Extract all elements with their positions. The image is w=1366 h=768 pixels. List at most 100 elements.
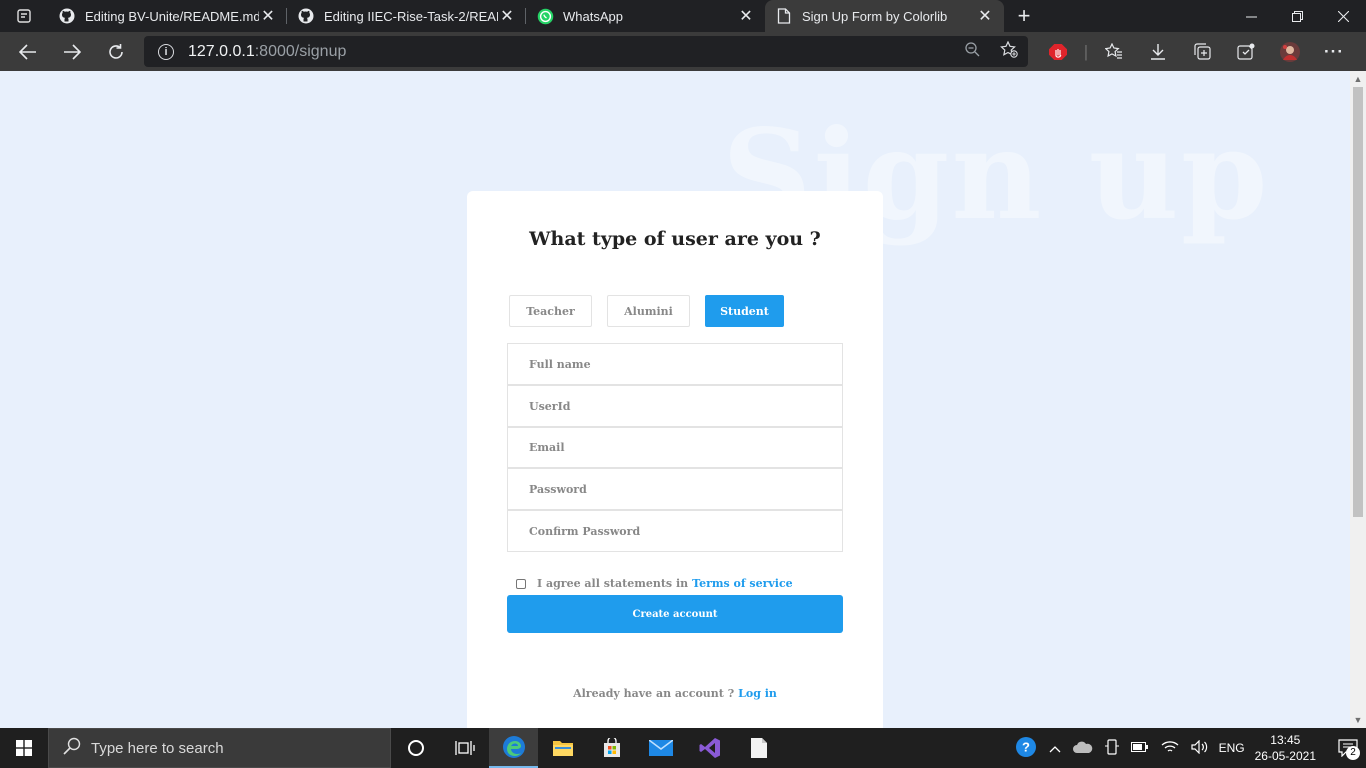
forward-button[interactable] <box>50 32 94 71</box>
settings-more-button[interactable]: ··· <box>1312 32 1356 71</box>
create-account-button[interactable]: Create account <box>507 595 843 633</box>
scroll-up-arrow-icon[interactable]: ▲ <box>1350 71 1366 87</box>
taskbar-notepad[interactable] <box>734 728 783 768</box>
page-scrollbar[interactable]: ▲ ▼ <box>1350 71 1366 728</box>
folder-icon <box>552 741 573 756</box>
download-icon <box>1151 44 1165 60</box>
close-tab-icon[interactable]: ✕ <box>259 6 277 26</box>
role-alumini-button[interactable]: Alumini <box>607 295 690 327</box>
taskbar-store[interactable] <box>587 728 636 768</box>
collections-button[interactable] <box>1180 32 1224 71</box>
clock-date: 26-05-2021 <box>1254 749 1316 763</box>
taskbar-file-explorer[interactable] <box>538 728 587 768</box>
browser-tab-strip: Editing BV-Unite/README.md at ✕ Editing … <box>0 0 1366 32</box>
window-controls <box>1228 0 1366 32</box>
scroll-down-arrow-icon[interactable]: ▼ <box>1350 712 1366 728</box>
user-id-input[interactable] <box>529 399 842 413</box>
close-tab-icon[interactable]: ✕ <box>498 6 516 26</box>
password-field[interactable] <box>507 468 843 510</box>
start-button[interactable] <box>0 728 48 768</box>
agree-checkbox[interactable] <box>516 578 526 589</box>
file-icon <box>750 738 767 758</box>
taskbar-visual-studio[interactable] <box>685 728 734 768</box>
collections-icon <box>1193 43 1211 60</box>
device-icon[interactable] <box>1104 738 1119 758</box>
signup-card: What type of user are you ? Teacher Alum… <box>467 191 883 728</box>
tab-title: Sign Up Form by Colorlib <box>802 8 948 24</box>
language-indicator[interactable]: ENG <box>1219 741 1245 755</box>
email-input[interactable] <box>529 441 842 454</box>
battery-icon[interactable] <box>1130 741 1149 756</box>
close-window-button[interactable] <box>1320 0 1366 32</box>
add-favorite-icon[interactable] <box>1000 40 1018 63</box>
taskbar-search[interactable]: Type here to search <box>48 728 391 768</box>
url-host: 127.0.0.1 <box>188 42 255 60</box>
favorites-star-icon <box>1105 43 1122 59</box>
extensions-button[interactable] <box>1224 32 1268 71</box>
action-center-button[interactable]: 2 <box>1330 728 1366 768</box>
confirm-password-input[interactable] <box>529 524 842 538</box>
minimize-button[interactable] <box>1228 0 1274 32</box>
password-input[interactable] <box>529 482 842 496</box>
close-tab-icon[interactable]: ✕ <box>737 6 755 26</box>
scrollbar-thumb[interactable] <box>1353 87 1363 517</box>
confirm-password-field[interactable] <box>507 510 843 552</box>
more-dots-icon: ··· <box>1324 41 1344 61</box>
restore-button[interactable] <box>1274 0 1320 32</box>
volume-icon[interactable] <box>1190 739 1209 757</box>
email-field[interactable] <box>507 427 843 468</box>
full-name-field[interactable] <box>507 343 843 385</box>
system-clock[interactable]: 13:45 26-05-2021 <box>1255 732 1316 764</box>
new-tab-button[interactable]: + <box>1004 0 1044 32</box>
search-icon <box>63 737 81 760</box>
downloads-button[interactable] <box>1136 32 1180 71</box>
visual-studio-icon <box>699 738 720 758</box>
close-tab-icon[interactable]: ✕ <box>976 6 994 26</box>
arrow-left-icon <box>19 43 36 60</box>
browser-tab[interactable]: Editing BV-Unite/README.md at ✕ <box>48 0 287 32</box>
arrow-right-icon <box>64 43 81 60</box>
refresh-icon <box>109 43 123 59</box>
agree-text: I agree all statements in <box>537 577 689 590</box>
address-bar[interactable]: i 127.0.0.1:8000/signup <box>144 36 1028 67</box>
wifi-icon[interactable] <box>1161 740 1179 757</box>
role-student-button[interactable]: Student <box>705 295 784 327</box>
zoom-icon[interactable] <box>965 41 980 62</box>
taskbar-mail[interactable] <box>636 728 685 768</box>
full-name-input[interactable] <box>529 357 842 371</box>
system-tray: ? ENG 13:45 26-05-2021 2 <box>1009 728 1366 768</box>
windows-taskbar: Type here to search ? ENG 13:45 26-05-20… <box>0 728 1366 768</box>
user-id-field[interactable] <box>507 385 843 427</box>
store-bag-icon <box>603 738 620 757</box>
profile-button[interactable] <box>1268 32 1312 71</box>
whatsapp-icon <box>536 7 554 25</box>
cortana-button[interactable] <box>391 728 440 768</box>
adblock-button[interactable] <box>1036 32 1080 71</box>
login-link[interactable]: Log in <box>738 687 777 700</box>
favorites-button[interactable] <box>1092 32 1136 71</box>
clock-time: 13:45 <box>1270 733 1301 747</box>
tab-actions-button[interactable] <box>0 0 48 32</box>
close-icon <box>1337 10 1349 22</box>
terms-link[interactable]: Terms of service <box>692 577 793 590</box>
help-icon[interactable]: ? <box>1015 736 1037 761</box>
browser-tab[interactable]: WhatsApp ✕ <box>526 0 765 32</box>
taskbar-edge[interactable] <box>489 728 538 768</box>
role-teacher-button[interactable]: Teacher <box>509 295 592 327</box>
page-icon <box>775 7 793 25</box>
onedrive-cloud-icon[interactable] <box>1072 740 1093 757</box>
plus-icon: + <box>1017 3 1031 28</box>
login-prompt: Already have an account ? Log in <box>467 687 883 700</box>
github-icon <box>58 7 76 25</box>
task-view-button[interactable] <box>440 728 489 768</box>
chevron-up-icon[interactable] <box>1049 741 1061 756</box>
browser-tab[interactable]: Editing IIEC-Rise-Task-2/READMI ✕ <box>287 0 526 32</box>
info-icon[interactable]: i <box>158 43 174 60</box>
tab-actions-icon <box>17 9 31 23</box>
page-title: What type of user are you ? <box>529 228 821 250</box>
tab-title: WhatsApp <box>563 8 623 24</box>
browser-tab-active[interactable]: Sign Up Form by Colorlib ✕ <box>765 0 1004 32</box>
refresh-button[interactable] <box>94 32 138 71</box>
back-button[interactable] <box>6 32 50 71</box>
search-placeholder: Type here to search <box>91 739 224 757</box>
